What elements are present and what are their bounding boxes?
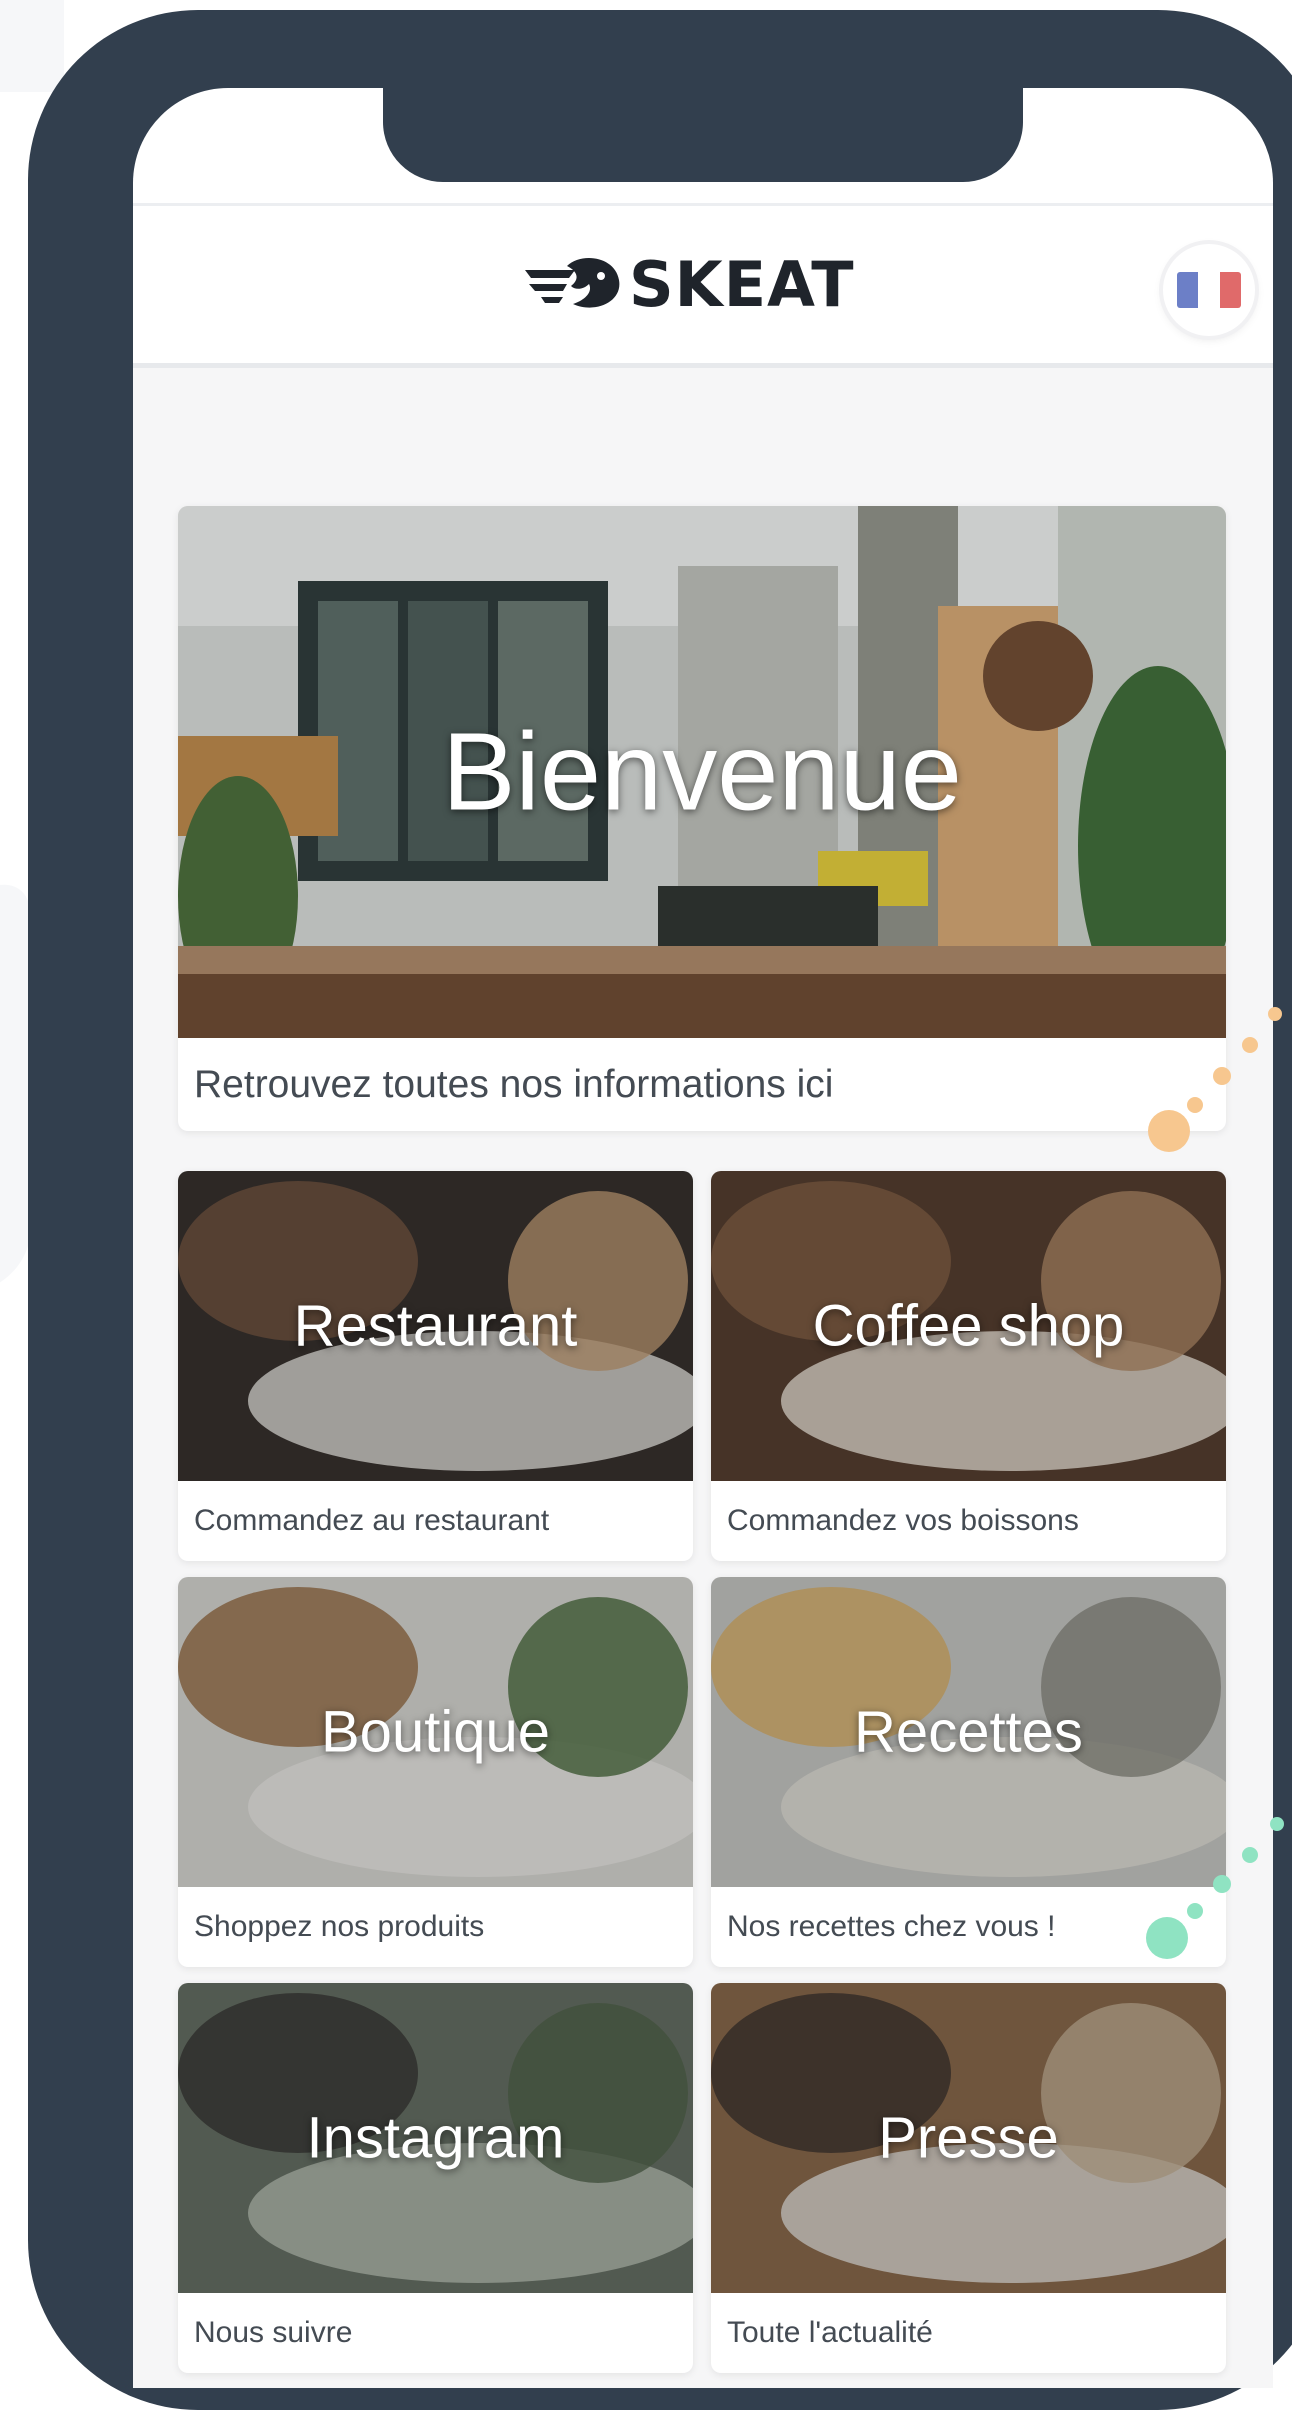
hero-card[interactable]: Bienvenue Retrouvez toutes nos informati…: [178, 506, 1226, 1131]
tile-subtitle: Toute l'actualité: [727, 2316, 933, 2349]
tile-title: Instagram: [306, 2105, 565, 2171]
tile-title: Recettes: [854, 1699, 1083, 1765]
bird-icon: [525, 257, 620, 308]
tile-subtitle: Commandez vos boissons: [727, 1504, 1079, 1537]
decorative-dot: [1187, 1097, 1203, 1113]
brand-logo[interactable]: SKEAT: [523, 244, 855, 324]
tile-subtitle: Commandez au restaurant: [194, 1504, 550, 1537]
tile-recettes[interactable]: Recettes Nos recettes chez vous !: [711, 1577, 1226, 1967]
phone-notch: [383, 80, 1023, 182]
tile-presse[interactable]: Presse Toute l'actualité: [711, 1983, 1226, 2373]
app-header: SKEAT: [133, 203, 1273, 368]
tile-title: Coffee shop: [812, 1293, 1125, 1359]
language-selector-button[interactable]: [1163, 244, 1255, 336]
french-flag-icon: [1177, 272, 1241, 308]
hero-title: Bienvenue: [442, 710, 962, 834]
background-shape-top: [0, 0, 64, 92]
decorative-dot: [1148, 1110, 1190, 1152]
decorative-dot: [1270, 1817, 1284, 1831]
hero-subtitle: Retrouvez toutes nos informations ici: [194, 1063, 834, 1106]
restaurant-photo: Restaurant: [178, 1171, 693, 1481]
cafe-terrace-photo: Instagram: [178, 1983, 693, 2293]
hero-image: Bienvenue: [178, 506, 1226, 1038]
decorative-dot: [1213, 1067, 1231, 1085]
decorative-dot: [1242, 1847, 1258, 1863]
decorative-dot: [1242, 1037, 1258, 1053]
brand-name: SKEAT: [629, 247, 855, 321]
shop-photo: Boutique: [178, 1577, 693, 1887]
tile-subtitle: Shoppez nos produits: [194, 1910, 485, 1943]
tile-instagram[interactable]: Instagram Nous suivre: [178, 1983, 693, 2373]
tile-subtitle: Nous suivre: [194, 2316, 353, 2349]
newspaper-photo: Presse: [711, 1983, 1226, 2293]
decorative-dot: [1187, 1903, 1203, 1919]
tile-boutique[interactable]: Boutique Shoppez nos produits: [178, 1577, 693, 1967]
content-area: Bienvenue Retrouvez toutes nos informati…: [133, 368, 1273, 2388]
tile-coffee-shop[interactable]: Coffee shop Commandez vos boissons: [711, 1171, 1226, 1561]
phone-frame: SKEAT Bienvenue Retrouvez toutes nos inf…: [28, 10, 1292, 2410]
tile-title: Presse: [878, 2105, 1059, 2171]
decorative-dot: [1213, 1875, 1231, 1893]
background-shape-left: [0, 872, 30, 1328]
coffee-photo: Coffee shop: [711, 1171, 1226, 1481]
phone-screen: SKEAT Bienvenue Retrouvez toutes nos inf…: [133, 88, 1273, 2388]
tile-title: Boutique: [321, 1699, 550, 1765]
tile-title: Restaurant: [293, 1293, 578, 1359]
decorative-dot: [1268, 1007, 1282, 1021]
tile-restaurant[interactable]: Restaurant Commandez au restaurant: [178, 1171, 693, 1561]
pancake-photo: Recettes: [711, 1577, 1226, 1887]
decorative-dot: [1146, 1917, 1188, 1959]
